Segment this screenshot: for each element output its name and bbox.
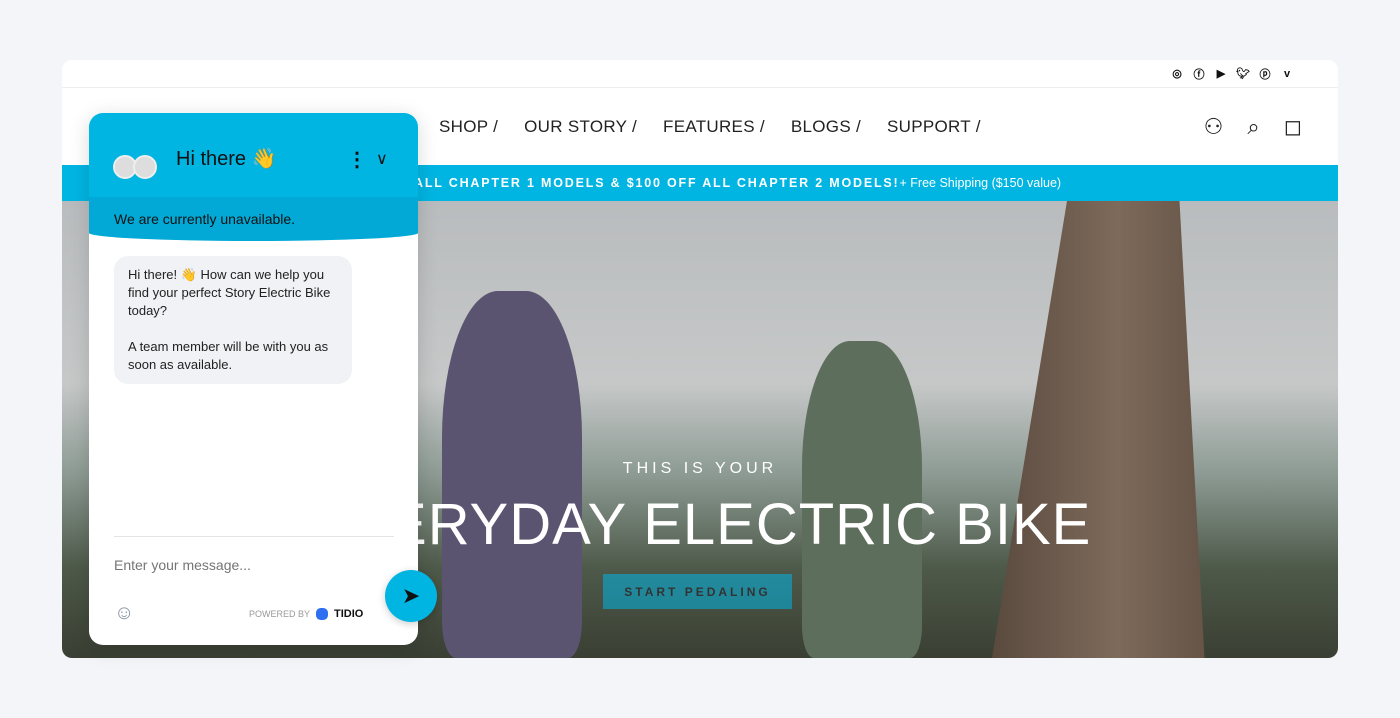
nav-features[interactable]: FEATURES / [663,117,765,137]
chat-title: Hi there 👋 [176,148,277,170]
pinterest-icon[interactable]: ⓟ [1258,67,1272,81]
more-options-icon[interactable]: ⋮ [347,147,367,172]
youtube-icon[interactable]: ▶ [1214,67,1228,81]
nav-support[interactable]: SUPPORT / [887,117,981,137]
message-input[interactable] [114,557,374,573]
search-icon[interactable]: ⌕ [1247,114,1259,140]
nav-shop[interactable]: SHOP / [439,117,498,137]
chat-status: We are currently unavailable. [89,197,418,241]
powered-by[interactable]: POWERED BY TIDIO [249,608,363,620]
promo-shipping: + Free Shipping ($150 value) [899,176,1062,190]
send-icon: ➤ [401,583,421,608]
nav-our-story[interactable]: OUR STORY / [524,117,637,137]
tidio-logo-icon [316,608,329,620]
chat-widget: Hi there 👋 ⋮ ∨ We are currently unavaila… [89,113,418,645]
tidio-brand: TIDIO [334,608,364,620]
tree-image [992,201,1205,658]
account-icon[interactable]: ⚇ [1204,114,1224,140]
cart-icon[interactable]: ◻ [1284,114,1302,140]
send-button[interactable]: ➤ [385,570,437,622]
social-bar: ◎ ⓕ ▶ 🐦︎ ⓟ v [62,60,1338,88]
start-pedaling-button[interactable]: START PEDALING [603,574,792,609]
powered-by-label: POWERED BY [249,609,311,619]
message-text: A team member will be with you as soon a… [128,339,329,372]
message-text: Hi there! 👋 How can we help you find you… [128,267,331,318]
facebook-icon[interactable]: ⓕ [1192,67,1206,81]
divider [114,536,394,537]
nav-blogs[interactable]: BLOGS / [791,117,861,137]
chevron-down-icon[interactable]: ∨ [376,149,388,169]
agent-avatars [111,139,161,183]
twitter-icon[interactable]: 🐦︎ [1236,67,1250,81]
promo-text: ALL CHAPTER 1 MODELS & $100 OFF ALL CHAP… [414,176,900,190]
emoji-icon[interactable]: ☺ [114,602,134,625]
vimeo-icon[interactable]: v [1280,67,1294,81]
chat-header: Hi there 👋 ⋮ ∨ [89,113,418,197]
chat-message: Hi there! 👋 How can we help you find you… [114,256,352,384]
instagram-icon[interactable]: ◎ [1170,67,1184,81]
